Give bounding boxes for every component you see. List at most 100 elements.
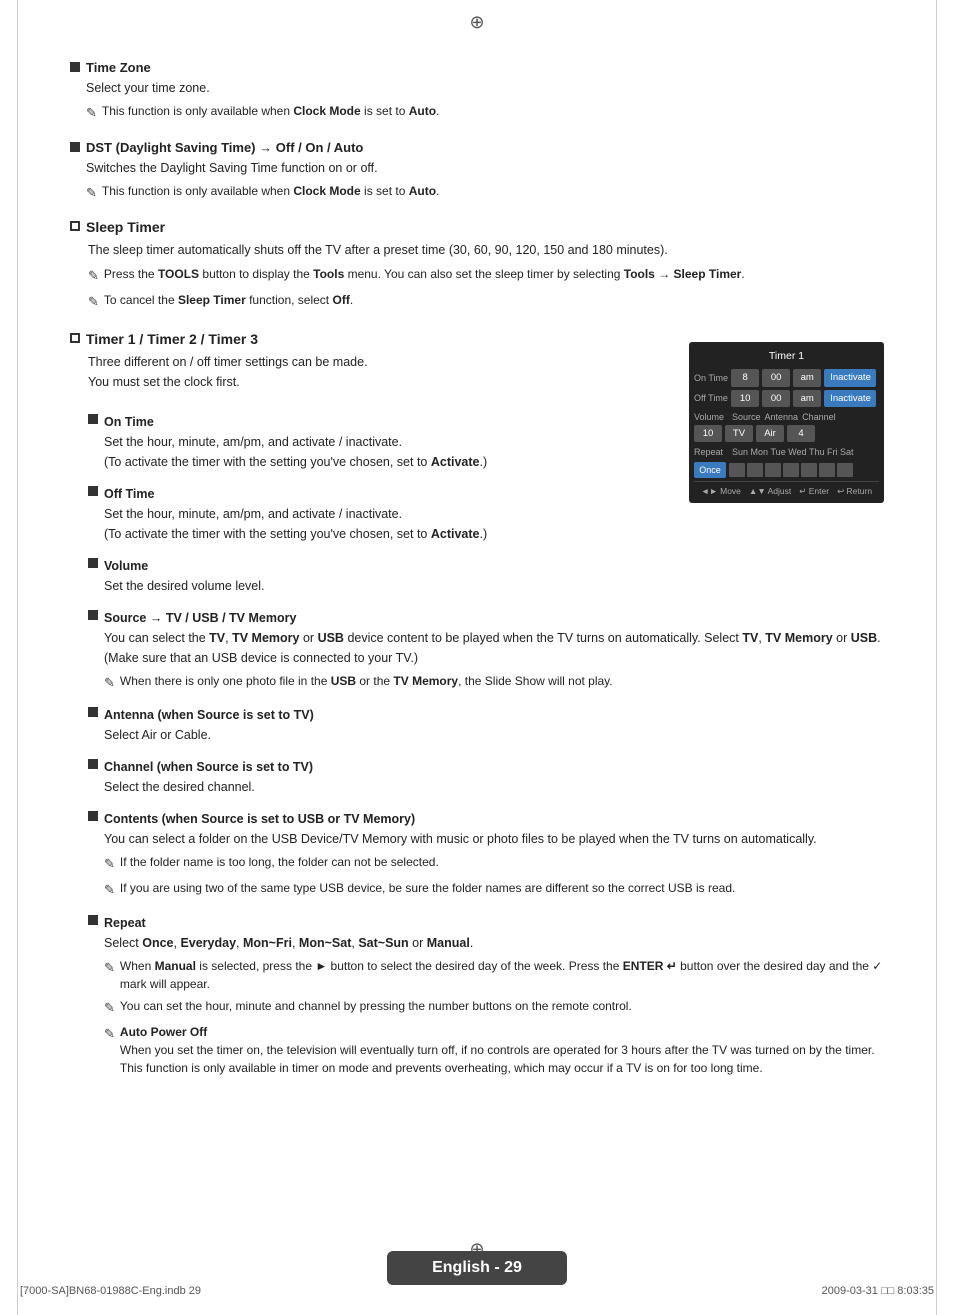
timer-antenna-label: Antenna (765, 410, 799, 424)
bullet-on-time (88, 414, 98, 424)
antenna-title: Antenna (when Source is set to TV) (104, 705, 314, 725)
timer-off-ampm: am (793, 390, 821, 407)
section-title-sleep-timer: Sleep Timer (86, 219, 165, 235)
timer-off-m: 00 (762, 390, 790, 407)
subsection-channel: Channel (when Source is set to TV) Selec… (88, 757, 884, 797)
timer-footer: ◄► Move ▲▼ Adjust ↵ Enter ↩ Return (694, 481, 879, 499)
antenna-body: Select Air or Cable. (104, 725, 884, 745)
note-icon: ✎ (86, 103, 97, 123)
contents-body: You can select a folder on the USB Devic… (104, 829, 884, 849)
note-icon-repeat-2: ✎ (104, 998, 115, 1019)
timer-day-sat (837, 463, 853, 477)
timer-source-val: TV (725, 425, 753, 442)
subsection-repeat: Repeat Select Once, Everyday, Mon~Fri, M… (88, 913, 884, 1077)
outline-bullet-timer (70, 333, 80, 343)
section-sleep-timer: Sleep Timer The sleep timer automaticall… (70, 219, 884, 313)
timer-day-wed (783, 463, 799, 477)
timer-footer-return: ↩ Return (837, 485, 872, 499)
bullet-icon (70, 142, 80, 152)
timer-off-h: 10 (731, 390, 759, 407)
footer-right-text: 2009-03-31 □□ 8:03:35 (822, 1285, 934, 1297)
note-icon-sleep-2: ✎ (88, 292, 99, 313)
timer-widget: Timer 1 On Time 8 00 am Inactivate Off T… (689, 342, 884, 503)
timer-antenna-val: Air (756, 425, 784, 442)
section-body-dst: Switches the Daylight Saving Time functi… (86, 159, 884, 178)
repeat-body: Select Once, Everyday, Mon~Fri, Mon~Sat,… (104, 933, 884, 953)
note-text-repeat-1: When Manual is selected, press the ► but… (120, 957, 884, 993)
timer-footer-move: ◄► Move (701, 485, 741, 499)
off-time-body2: (To activate the timer with the setting … (104, 524, 884, 544)
timer-volume-val: 10 (694, 425, 722, 442)
timer-channel-val: 4 (787, 425, 815, 442)
timer-day-thu (801, 463, 817, 477)
volume-body: Set the desired volume level. (104, 576, 884, 596)
channel-title: Channel (when Source is set to TV) (104, 757, 313, 777)
page-footer: [7000-SA]BN68-01988C-Eng.indb 29 2009-03… (0, 1285, 954, 1297)
outline-bullet-sleep (70, 221, 80, 231)
footer-left-text: [7000-SA]BN68-01988C-Eng.indb 29 (20, 1285, 201, 1297)
note-text-timezone: This function is only available when Clo… (102, 102, 439, 120)
note-text-contents-2: If you are using two of the same type US… (120, 879, 735, 897)
timer-day-sun (729, 463, 745, 477)
section-title-dst: DST (Daylight Saving Time) → Off / On / … (86, 140, 363, 155)
timer-on-activate: Inactivate (824, 369, 876, 386)
source-body: You can select the TV, TV Memory or USB … (104, 628, 884, 668)
section-body-time-zone: Select your time zone. (86, 79, 884, 98)
subsection-source: Source → TV / USB / TV Memory You can se… (88, 608, 884, 694)
timer-once-btn: Once (694, 462, 726, 478)
note-text-repeat-2: You can set the hour, minute and channel… (120, 997, 632, 1015)
note-text-sleep-1: Press the TOOLS button to display the To… (104, 265, 745, 283)
note-text-source: When there is only one photo file in the… (120, 672, 613, 690)
timer-footer-enter: ↵ Enter (799, 485, 829, 499)
timer-volume-label: Volume (694, 410, 732, 424)
off-time-title: Off Time (104, 484, 154, 504)
timer-on-m: 00 (762, 369, 790, 386)
subsection-volume: Volume Set the desired volume level. (88, 556, 884, 596)
off-time-body: Set the hour, minute, am/pm, and activat… (104, 504, 884, 524)
on-time-title: On Time (104, 412, 154, 432)
timer-off-time-label: Off Time (694, 391, 731, 405)
timer-repeat-label: Repeat (694, 445, 732, 459)
note-icon-contents-2: ✎ (104, 880, 115, 901)
bullet-channel (88, 759, 98, 769)
note-text-dst: This function is only available when Clo… (102, 182, 439, 200)
note-text-sleep-2: To cancel the Sleep Timer function, sele… (104, 291, 353, 309)
timer-on-h: 8 (731, 369, 759, 386)
timer-day-fri (819, 463, 835, 477)
note-icon-dst: ✎ (86, 183, 97, 203)
note-icon-contents-1: ✎ (104, 854, 115, 875)
contents-title: Contents (when Source is set to USB or T… (104, 809, 415, 829)
section-timer: Timer 1 / Timer 2 / Timer 3 Timer 1 On T… (70, 331, 884, 1089)
timer-off-activate: Inactivate (824, 390, 876, 407)
timer-footer-adjust: ▲▼ Adjust (749, 485, 791, 499)
page-number-label: English - 29 (387, 1251, 567, 1285)
bullet-antenna (88, 707, 98, 717)
timer-days-label: Sun Mon Tue Wed Thu Fri Sat (732, 445, 854, 459)
timer-day-tue (765, 463, 781, 477)
volume-title: Volume (104, 556, 148, 576)
section-dst: DST (Daylight Saving Time) → Off / On / … (70, 140, 884, 204)
timer-channel-label: Channel (802, 410, 836, 424)
timer-source-label: Source (732, 410, 761, 424)
bullet-icon (70, 62, 80, 72)
section-title-time-zone: Time Zone (86, 60, 151, 75)
repeat-title: Repeat (104, 913, 146, 933)
bullet-contents (88, 811, 98, 821)
bullet-off-time (88, 486, 98, 496)
bullet-repeat (88, 915, 98, 925)
subsection-antenna: Antenna (when Source is set to TV) Selec… (88, 705, 884, 745)
note-icon-source: ✎ (104, 673, 115, 694)
bullet-volume (88, 558, 98, 568)
timer-on-time-label: On Time (694, 371, 731, 385)
note-icon-sleep-1: ✎ (88, 266, 99, 287)
note-icon-repeat-1: ✎ (104, 958, 115, 979)
section-title-timer: Timer 1 / Timer 2 / Timer 3 (86, 331, 258, 347)
note-text-contents-1: If the folder name is too long, the fold… (120, 853, 439, 871)
timer-day-mon (747, 463, 763, 477)
note-text-repeat-3: Auto Power OffWhen you set the timer on,… (120, 1023, 884, 1077)
sleep-timer-body: The sleep timer automatically shuts off … (88, 240, 884, 260)
timer-widget-title: Timer 1 (694, 348, 879, 365)
timer-on-ampm: am (793, 369, 821, 386)
bullet-source (88, 610, 98, 620)
channel-body: Select the desired channel. (104, 777, 884, 797)
